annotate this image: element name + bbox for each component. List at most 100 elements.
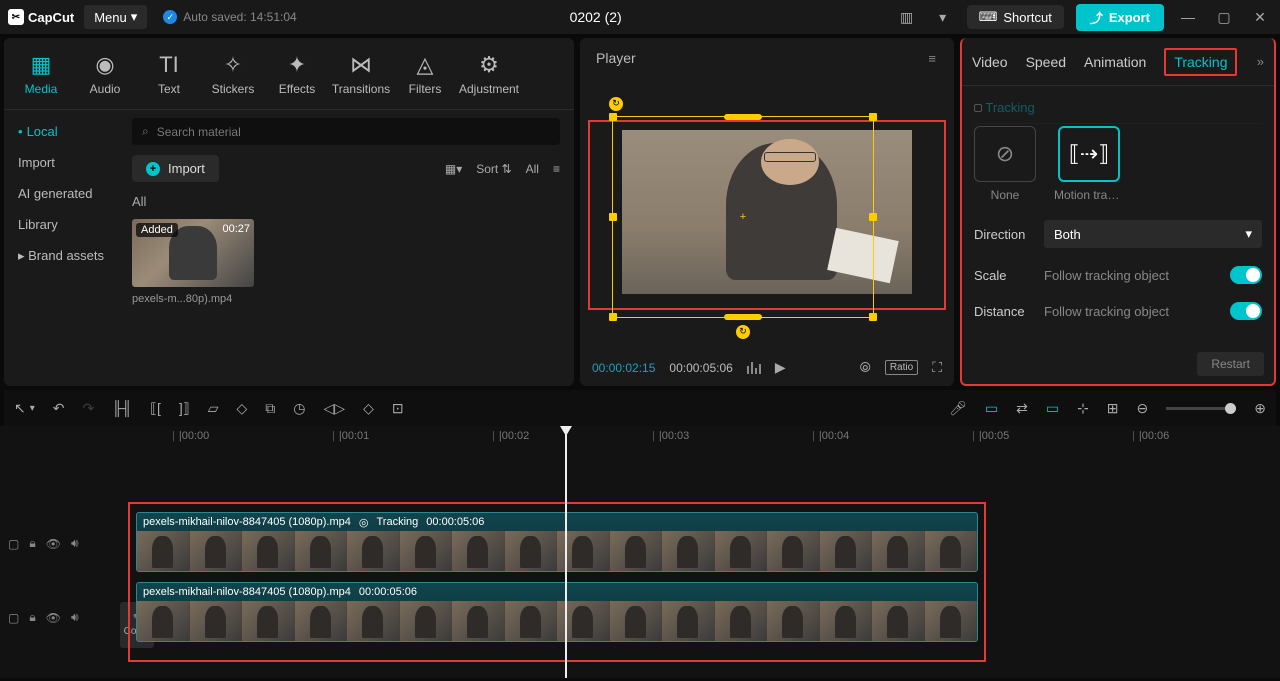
media-thumbnail[interactable]: Added 00:27 pexels-m...80p).mp4 <box>132 219 254 305</box>
track-eye-icon[interactable]: 👁︎ <box>46 537 61 551</box>
ruler-tick: |00:01 <box>332 430 369 442</box>
resize-handle[interactable] <box>609 113 617 121</box>
sidebar-item-import[interactable]: Import <box>4 147 118 178</box>
layout-icon[interactable]: ▥ <box>895 9 919 26</box>
sidebar-item-library[interactable]: Library <box>4 209 118 240</box>
thumb-badge: Added <box>136 223 178 237</box>
edge-handle[interactable] <box>724 114 762 120</box>
track-mute-icon[interactable]: 🔊︎ <box>71 610 79 625</box>
tracking-heading: Tracking <box>974 100 1262 124</box>
zoom-out-icon[interactable]: ⊖ <box>1137 400 1149 417</box>
player-viewport[interactable]: ↻ + ↻ <box>588 120 946 310</box>
zoom-in-icon[interactable]: ⊕ <box>1254 400 1266 417</box>
marker-icon[interactable]: ◇ <box>237 400 248 417</box>
playhead[interactable] <box>565 428 567 678</box>
resize-handle[interactable] <box>609 213 617 221</box>
import-button[interactable]: + Import <box>132 155 219 182</box>
timeline-clip-1[interactable]: pexels-mikhail-nilov-8847405 (1080p).mp4… <box>136 512 978 572</box>
tab-audio[interactable]: ◉Audio <box>76 44 134 104</box>
restart-button[interactable]: Restart <box>1197 352 1264 376</box>
maximize-icon[interactable]: ▢ <box>1212 9 1236 26</box>
chevron-down-icon: ▾ <box>131 9 138 25</box>
mic-icon[interactable]: 🎤︎ <box>949 400 967 417</box>
snapshot-icon[interactable]: ⦾ <box>860 359 871 376</box>
speed-icon[interactable]: ◷ <box>293 400 305 417</box>
rtab-tracking[interactable]: Tracking <box>1164 48 1237 76</box>
rotate-handle-icon[interactable]: ↻ <box>736 325 750 339</box>
rotate-icon[interactable]: ◇ <box>363 400 374 417</box>
sidebar-item-brand-assets[interactable]: ▸ Brand assets <box>4 240 118 272</box>
player-menu-icon[interactable]: ≡ <box>928 51 938 66</box>
rtab-speed[interactable]: Speed <box>1026 48 1066 76</box>
track-expand-icon[interactable]: ▢ <box>8 611 19 625</box>
tab-effects[interactable]: ✦Effects <box>268 44 326 104</box>
edge-handle[interactable] <box>724 314 762 320</box>
selection-chevron-icon[interactable]: ▾ <box>30 403 35 414</box>
tab-media[interactable]: ▦Media <box>12 44 70 104</box>
link-icon[interactable]: ⇄ <box>1016 400 1028 417</box>
zoom-slider[interactable] <box>1166 407 1236 410</box>
tab-filters[interactable]: ◬Filters <box>396 44 454 104</box>
scale-toggle[interactable] <box>1230 266 1262 284</box>
close-icon[interactable]: ✕ <box>1248 9 1272 26</box>
rtab-video[interactable]: Video <box>972 48 1008 76</box>
magnet-on-icon[interactable]: ▭ <box>985 400 998 417</box>
track-lock-icon[interactable]: 🔒︎ <box>29 610 35 625</box>
sidebar-item-ai-generated[interactable]: AI generated <box>4 178 118 209</box>
sidebar-item-local[interactable]: •Local <box>4 116 118 147</box>
tab-transitions[interactable]: ⋈Transitions <box>332 44 390 104</box>
ratio-button[interactable]: Ratio <box>885 360 918 375</box>
rtab-animation[interactable]: Animation <box>1084 48 1146 76</box>
tabs-overflow-icon[interactable]: » <box>1257 54 1264 69</box>
split-right-icon[interactable]: ]⟧ <box>179 400 190 417</box>
rotate-handle-icon[interactable]: ↻ <box>609 97 623 111</box>
resize-handle[interactable] <box>609 313 617 321</box>
check-icon: ✓ <box>163 10 177 24</box>
tracking-box[interactable]: ↻ + ↻ <box>612 116 874 318</box>
selection-tool-icon[interactable]: ↖ <box>14 400 26 417</box>
autosave-text: Auto saved: 14:51:04 <box>183 10 296 24</box>
all-filter-button[interactable]: All <box>526 162 539 176</box>
timeline-clip-2[interactable]: pexels-mikhail-nilov-8847405 (1080p).mp4… <box>136 582 978 642</box>
fullscreen-icon[interactable]: ⛶ <box>932 359 942 376</box>
export-button[interactable]: ⤴ Export <box>1076 4 1164 31</box>
direction-select[interactable]: Both ▾ <box>1044 220 1262 248</box>
tab-text[interactable]: TIText <box>140 44 198 104</box>
play-button[interactable]: ▶ <box>775 359 786 376</box>
track-lock-icon[interactable]: 🔒︎ <box>29 536 35 551</box>
preview-icon[interactable]: ▭ <box>1046 400 1059 417</box>
filter-icon[interactable]: ≡ <box>553 162 560 176</box>
player-title: Player <box>596 50 636 66</box>
tab-stickers[interactable]: ✧Stickers <box>204 44 262 104</box>
track-eye-icon[interactable]: 👁︎ <box>46 611 61 625</box>
tab-adjustment[interactable]: ⚙Adjustment <box>460 44 518 104</box>
resize-handle[interactable] <box>869 213 877 221</box>
crop-icon[interactable]: ⊡ <box>392 400 404 417</box>
grid-view-icon[interactable]: ▦▾ <box>445 162 462 176</box>
split-left-icon[interactable]: ⟦[ <box>150 400 161 417</box>
cc-icon[interactable]: ⊞ <box>1107 400 1119 417</box>
track-mute-icon[interactable]: 🔊︎ <box>71 536 79 551</box>
snap-icon[interactable]: ⊹ <box>1077 400 1089 417</box>
undo-button[interactable]: ↶ <box>53 400 65 417</box>
split-icon[interactable]: ╟╢ <box>112 400 132 416</box>
mirror-icon[interactable]: ◁▷ <box>324 400 346 417</box>
menu-button[interactable]: Menu ▾ <box>84 5 147 29</box>
tracking-none-button[interactable]: ⊘ <box>974 126 1036 182</box>
shortcut-label: Shortcut <box>1003 10 1051 25</box>
chevron-down-icon[interactable]: ▾ <box>931 9 955 26</box>
delete-icon[interactable]: ▱ <box>208 400 219 417</box>
tracking-motion-button[interactable]: ⟦⇢⟧ <box>1058 126 1120 182</box>
sort-button[interactable]: Sort ⇅ <box>476 162 511 176</box>
redo-button[interactable]: ↷ <box>83 400 95 417</box>
copy-icon[interactable]: ⧉ <box>265 400 275 417</box>
resize-handle[interactable] <box>869 113 877 121</box>
search-input[interactable]: ⌕ Search material <box>132 118 560 145</box>
shortcut-button[interactable]: ⌨ Shortcut <box>967 5 1064 29</box>
resize-handle[interactable] <box>869 313 877 321</box>
stickers-icon: ✧ <box>224 52 242 78</box>
track-expand-icon[interactable]: ▢ <box>8 537 19 551</box>
timeline-ruler[interactable]: |00:00 |00:01 |00:02 |00:03 |00:04 |00:0… <box>128 430 1272 454</box>
distance-toggle[interactable] <box>1230 302 1262 320</box>
minimize-icon[interactable]: — <box>1176 9 1200 25</box>
